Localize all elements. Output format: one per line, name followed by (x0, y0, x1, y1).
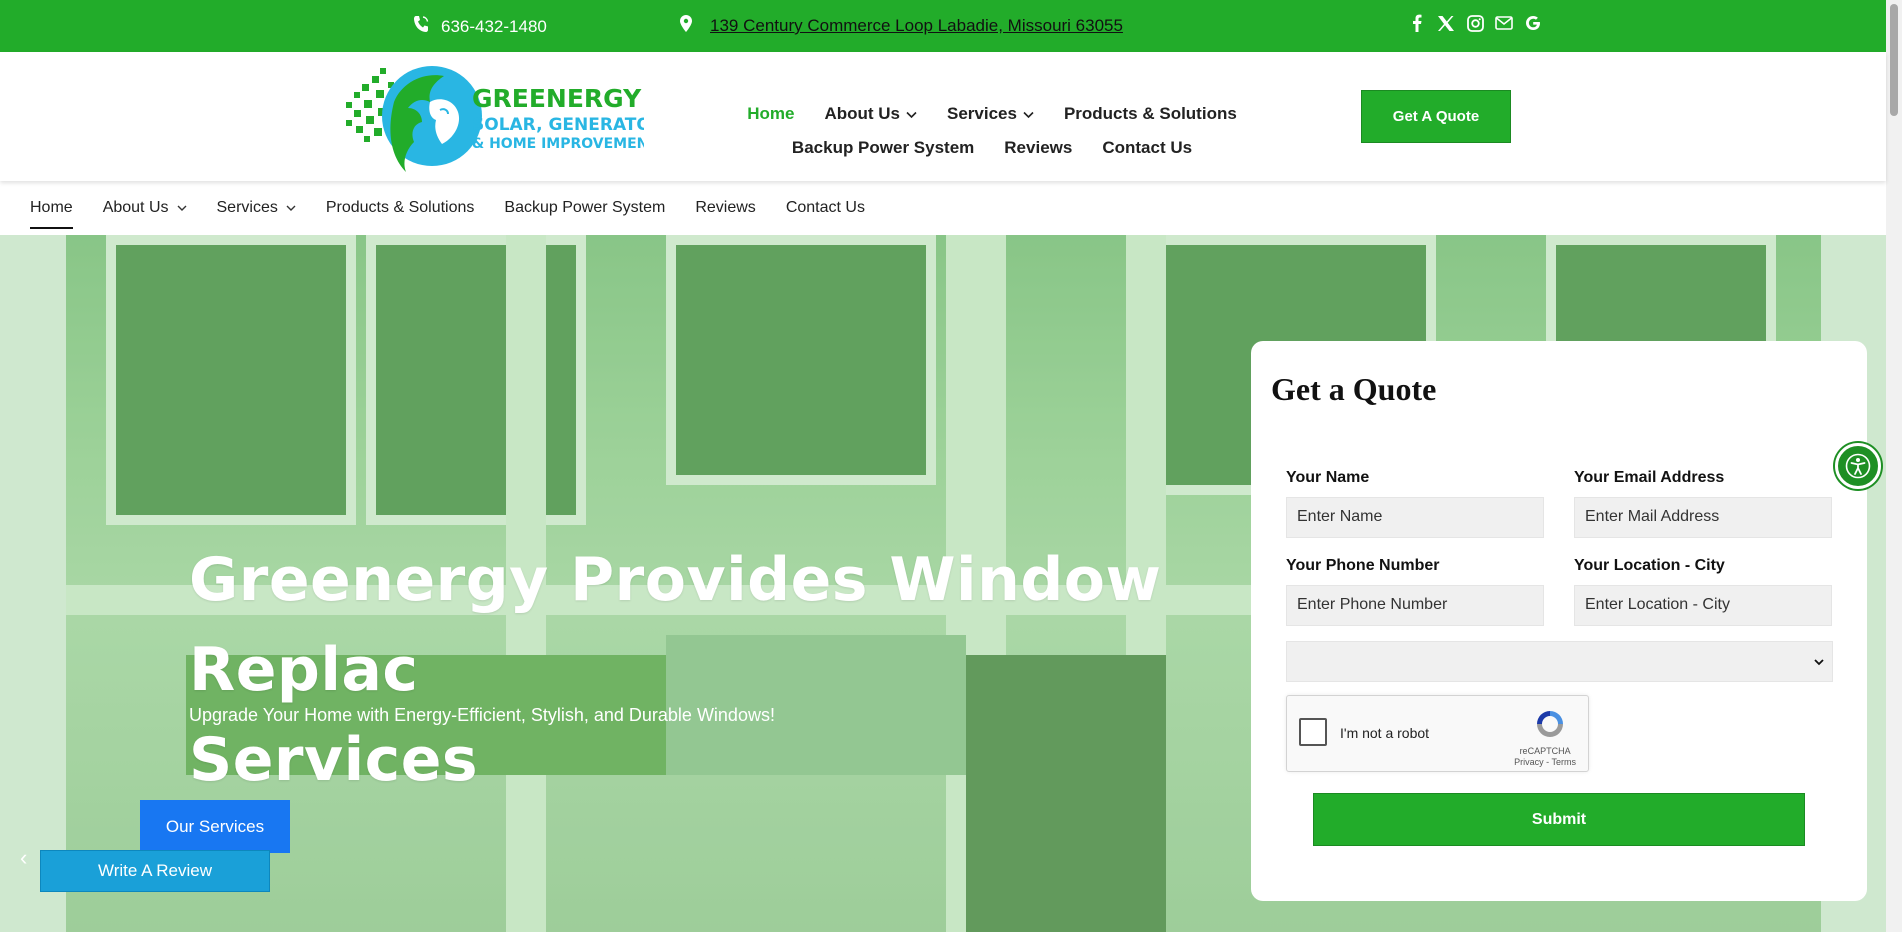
instagram-icon[interactable] (1466, 13, 1484, 33)
map-pin-icon (680, 15, 692, 37)
chevron-down-icon (286, 199, 296, 217)
subnav-backup-label: Backup Power System (504, 199, 666, 216)
city-input[interactable]: Enter Location - City (1574, 585, 1832, 626)
city-field-group: Your Location - City Enter Location - Ci… (1574, 557, 1832, 626)
accessibility-icon[interactable] (1835, 443, 1881, 489)
scrollbar-thumb[interactable] (1890, 4, 1898, 116)
phone-input[interactable]: Enter Phone Number (1286, 585, 1544, 626)
subnav-contact-label: Contact Us (785, 199, 865, 216)
nav-services-label: Services (947, 104, 1017, 123)
name-label: Your Name (1286, 469, 1370, 486)
subnav-home-label: Home (30, 199, 73, 216)
nav-products-label: Products & Solutions (1063, 104, 1237, 123)
x-icon[interactable] (1437, 13, 1455, 33)
nav-item-reviews[interactable]: Reviews (1004, 138, 1072, 158)
form-title: Get a Quote (1271, 371, 1437, 407)
address-link[interactable]: 139 Century Commerce Loop Labadie, Misso… (710, 16, 1123, 36)
top-bar: 636-432-1480 139 Century Commerce Loop L… (0, 0, 1886, 52)
phone-label: Your Phone Number (1286, 557, 1440, 574)
subnav-item-about-us[interactable]: About Us (103, 181, 187, 235)
main-nav-row-1: Home About Us Services Products & Soluti… (747, 104, 1237, 124)
chevron-down-icon (177, 199, 187, 217)
google-icon[interactable] (1524, 13, 1542, 33)
subnav-item-backup-power[interactable]: Backup Power System (504, 181, 665, 235)
subnav-item-home[interactable]: Home (30, 181, 73, 235)
subnav-item-products-solutions[interactable]: Products & Solutions (326, 181, 475, 235)
nav-item-about-us[interactable]: About Us (824, 104, 917, 124)
recaptcha-brand: reCAPTCHA Privacy - Terms (1514, 746, 1576, 768)
recaptcha-widget: I'm not a robot reCAPTCHA Privacy - Term… (1286, 695, 1589, 772)
site-header: GREENERGY SOLAR, GENERATOR & HOME IMPROV… (0, 52, 1886, 181)
service-select[interactable] (1286, 641, 1833, 682)
secondary-navigation: Home About Us Services Products & Soluti… (0, 181, 1886, 235)
recaptcha-brand-text: reCAPTCHA (1519, 746, 1571, 756)
main-navigation: Home About Us Services Products & Soluti… (747, 104, 1237, 172)
subnav-item-reviews[interactable]: Reviews (695, 181, 755, 235)
phone-field-group: Your Phone Number Enter Phone Number (1286, 557, 1544, 626)
subnav-item-services[interactable]: Services (217, 181, 296, 235)
main-nav-row-2: Backup Power System Reviews Contact Us (752, 138, 1232, 158)
nav-item-backup-power[interactable]: Backup Power System (792, 138, 974, 158)
email-label: Your Email Address (1574, 469, 1725, 486)
nav-contact-label: Contact Us (1102, 138, 1193, 157)
hero-title: Greenergy Provides Window Replac Service… (189, 545, 1162, 795)
svg-text:SOLAR, GENERATOR: SOLAR, GENERATOR (472, 115, 644, 135)
nav-item-products-solutions[interactable]: Products & Solutions (1064, 104, 1237, 124)
svg-text:GREENERGY: GREENERGY (472, 84, 642, 113)
nav-item-home[interactable]: Home (747, 104, 794, 124)
name-field-group: Your Name Enter Name (1286, 469, 1544, 538)
nav-item-services[interactable]: Services (947, 104, 1034, 124)
get-a-quote-button[interactable]: Get A Quote (1361, 90, 1511, 143)
subnav-services-label: Services (216, 199, 278, 216)
email-field-group: Your Email Address Enter Mail Address (1574, 469, 1832, 538)
quote-form-card: Get a Quote Your Name Enter Name Your Em… (1251, 341, 1867, 901)
nav-reviews-label: Reviews (1004, 138, 1073, 157)
nav-backup-label: Backup Power System (791, 138, 975, 157)
chevron-down-icon (1814, 653, 1824, 669)
our-services-button[interactable]: Our Services (140, 800, 290, 853)
recaptcha-checkbox[interactable] (1299, 718, 1327, 746)
social-links (1408, 13, 1542, 33)
submit-button[interactable]: Submit (1313, 793, 1805, 846)
page-scrollbar[interactable] (1886, 0, 1902, 932)
phone-contact[interactable]: 636-432-1480 (413, 15, 547, 38)
svg-text:& HOME IMPROVEMENTS: & HOME IMPROVEMENTS (472, 136, 644, 152)
hero-subtitle: Upgrade Your Home with Energy-Efficient,… (189, 705, 775, 725)
city-label: Your Location - City (1574, 557, 1725, 574)
subnav-reviews-label: Reviews (695, 199, 756, 216)
phone-number[interactable]: 636-432-1480 (441, 17, 547, 37)
write-a-review-button[interactable]: Write A Review (40, 850, 270, 892)
subnav-products-label: Products & Solutions (325, 199, 475, 216)
recaptcha-label: I'm not a robot (1340, 725, 1430, 741)
subnav-item-contact-us[interactable]: Contact Us (786, 181, 865, 235)
mail-icon[interactable] (1495, 13, 1513, 33)
chevron-down-icon (1023, 104, 1034, 124)
recaptcha-icon (1534, 708, 1566, 740)
phone-icon (413, 15, 429, 38)
chevron-left-icon[interactable]: ‹ (20, 845, 27, 871)
email-input[interactable]: Enter Mail Address (1574, 497, 1832, 538)
nav-item-contact-us[interactable]: Contact Us (1102, 138, 1192, 158)
address-contact[interactable]: 139 Century Commerce Loop Labadie, Misso… (680, 15, 1123, 37)
recaptcha-links[interactable]: Privacy - Terms (1514, 757, 1576, 768)
chevron-down-icon (906, 104, 917, 124)
nav-home-label: Home (747, 104, 795, 123)
site-logo[interactable]: GREENERGY SOLAR, GENERATOR & HOME IMPROV… (344, 62, 668, 176)
nav-about-label: About Us (824, 104, 900, 123)
subnav-about-label: About Us (102, 199, 169, 216)
name-input[interactable]: Enter Name (1286, 497, 1544, 538)
facebook-icon[interactable] (1408, 13, 1426, 33)
